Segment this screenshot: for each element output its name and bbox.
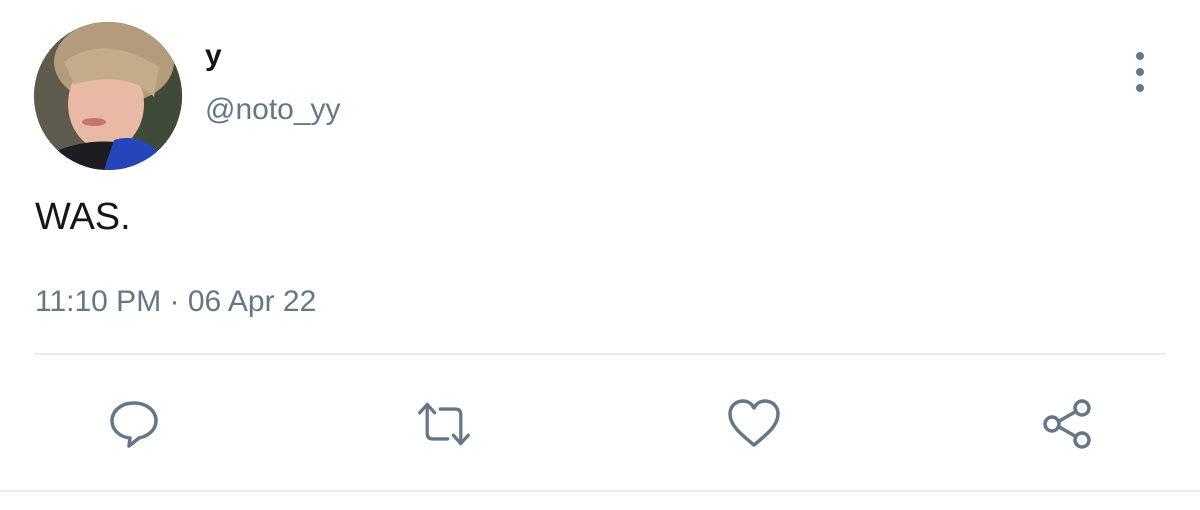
retweet-button[interactable] bbox=[416, 396, 472, 452]
share-button[interactable] bbox=[1040, 396, 1096, 452]
more-dot bbox=[1136, 68, 1144, 76]
tweet-card: y @noto_yy WAS. 11:10 PM · 06 Apr 22 bbox=[0, 0, 1200, 510]
tweet-timestamp[interactable]: 11:10 PM · 06 Apr 22 bbox=[35, 284, 316, 320]
display-name[interactable]: y bbox=[205, 38, 222, 74]
heart-icon bbox=[728, 399, 780, 447]
bottom-divider bbox=[0, 490, 1200, 492]
speech-bubble-icon bbox=[110, 401, 158, 448]
more-options-button[interactable] bbox=[1122, 52, 1158, 92]
retweet-arrows-icon bbox=[418, 402, 470, 446]
avatar[interactable] bbox=[34, 22, 182, 170]
tweet-text: WAS. bbox=[35, 196, 131, 238]
more-dot bbox=[1136, 84, 1144, 92]
share-nodes-icon bbox=[1043, 399, 1091, 449]
like-button[interactable] bbox=[726, 396, 782, 452]
avatar-image bbox=[34, 22, 182, 170]
more-dot bbox=[1136, 52, 1144, 60]
user-handle[interactable]: @noto_yy bbox=[205, 92, 341, 128]
reply-button[interactable] bbox=[106, 396, 162, 452]
divider bbox=[34, 353, 1166, 355]
